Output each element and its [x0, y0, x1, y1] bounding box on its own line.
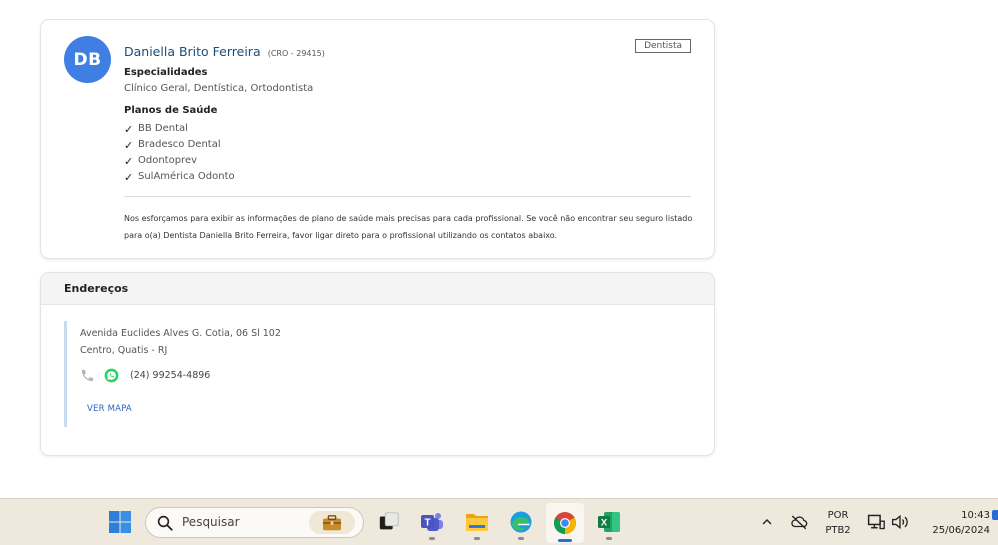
plan-item: ✓ SulAmérica Odonto: [124, 170, 235, 184]
registration-number: (CRO - 29415): [267, 49, 325, 58]
plans-title: Planos de Saúde: [124, 105, 218, 116]
plans-list: ✓ BB Dental ✓ Bradesco Dental ✓ Odontoprev …: [124, 121, 235, 185]
volume-button[interactable]: [886, 508, 914, 536]
plan-item: ✓ Odontoprev: [124, 154, 198, 168]
plans-disclaimer: Nos esforçamos para exibir as informaçõe…: [124, 214, 693, 240]
svg-text:X: X: [601, 518, 608, 529]
whatsapp-icon[interactable]: [104, 368, 119, 383]
plan-item: ✓ BB Dental: [124, 122, 188, 136]
profile-name-row: Daniella Brito Ferreira (CRO - 29415): [124, 41, 325, 60]
task-view-icon: [379, 512, 399, 530]
phone-number[interactable]: (24) 99254-4896: [130, 370, 210, 381]
avatar: DB: [64, 36, 111, 83]
cloud-off-icon: [791, 515, 808, 530]
phone-icon[interactable]: [80, 368, 95, 383]
address-item: Avenida Euclides Alves G. Cotia, 06 Sl 1…: [64, 321, 684, 427]
language-code: POR: [827, 510, 849, 521]
address-district: Centro, Quatis - RJ: [80, 345, 168, 356]
view-map-link[interactable]: VER MAPA: [87, 404, 132, 414]
notification-indicator[interactable]: [992, 510, 998, 520]
divider: [124, 196, 691, 197]
addresses-card: Endereços Avenida Euclides Alves G. Coti…: [40, 272, 715, 456]
search-icon: [157, 515, 173, 531]
chevron-up-icon: [762, 519, 772, 525]
excel-icon: X: [598, 512, 620, 532]
professional-name: Daniella Brito Ferreira: [124, 44, 261, 59]
file-explorer-button[interactable]: [463, 508, 491, 540]
specialties-list: Clínico Geral, Dentística, Ortodontista: [124, 83, 314, 94]
onedrive-button[interactable]: [785, 508, 813, 536]
taskbar: Pesquisar T X POR PTB2 10:43 25/06/2024: [0, 498, 998, 545]
check-icon: ✓: [124, 170, 134, 184]
edge-icon: [510, 511, 532, 533]
check-icon: ✓: [124, 138, 134, 152]
input-language[interactable]: POR PTB2: [822, 508, 854, 538]
addresses-title: Endereços: [64, 282, 129, 295]
teams-icon: T: [421, 513, 443, 531]
show-hidden-icons-button[interactable]: [753, 508, 781, 536]
chrome-button[interactable]: [546, 503, 584, 543]
teams-button[interactable]: T: [418, 508, 446, 540]
folder-icon: [466, 514, 488, 531]
clock[interactable]: 10:43 25/06/2024: [920, 508, 990, 538]
plan-item: ✓ Bradesco Dental: [124, 138, 221, 152]
phone-row: (24) 99254-4896: [80, 368, 210, 383]
profession-badge: Dentista: [635, 39, 691, 53]
keyboard-layout: PTB2: [825, 525, 851, 536]
clock-time: 10:43: [961, 510, 990, 521]
network-icon: [867, 514, 885, 530]
check-icon: ✓: [124, 122, 134, 136]
taskbar-search[interactable]: Pesquisar: [145, 507, 364, 538]
edge-button[interactable]: [507, 508, 535, 540]
chrome-icon: [554, 512, 576, 534]
excel-button[interactable]: X: [595, 508, 623, 540]
start-button[interactable]: [106, 508, 134, 536]
addresses-header: Endereços: [41, 273, 714, 305]
check-icon: ✓: [124, 154, 134, 168]
address-street: Avenida Euclides Alves G. Cotia, 06 Sl 1…: [80, 328, 281, 339]
specialties-title: Especialidades: [124, 67, 208, 78]
profile-card: DB Daniella Brito Ferreira (CRO - 29415)…: [40, 19, 715, 259]
page: DB Daniella Brito Ferreira (CRO - 29415)…: [0, 0, 998, 498]
clock-date: 25/06/2024: [932, 525, 990, 536]
search-placeholder: Pesquisar: [182, 515, 240, 529]
speaker-icon: [891, 514, 908, 530]
task-view-button[interactable]: [375, 508, 403, 536]
briefcase-icon: [309, 511, 355, 534]
windows-icon: [109, 511, 131, 533]
svg-text:T: T: [424, 518, 430, 529]
